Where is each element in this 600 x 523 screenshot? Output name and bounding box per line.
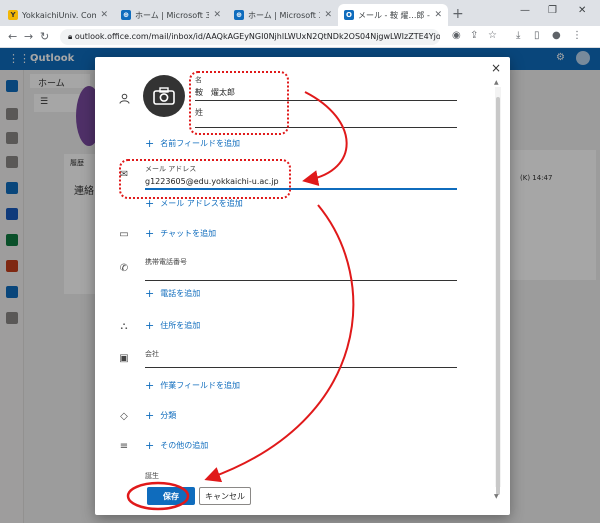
tab-close-icon[interactable]: ✕: [434, 10, 442, 20]
cancel-button[interactable]: キャンセル: [199, 487, 251, 505]
tab-close-icon[interactable]: ✕: [100, 10, 108, 20]
link-label: 電話を追加: [160, 289, 201, 298]
add-phone-link[interactable]: + 電話を追加: [145, 287, 200, 300]
add-work-field-link[interactable]: + 作業フィールドを追加: [145, 379, 240, 392]
mail-icon: ✉: [119, 168, 129, 180]
save-button[interactable]: 保存: [147, 487, 195, 505]
notes-icon: ≡: [119, 440, 129, 452]
plus-icon: +: [145, 197, 155, 210]
first-name-label: 名: [195, 76, 202, 84]
company-underline: [145, 367, 457, 368]
close-icon[interactable]: ×: [491, 61, 501, 75]
browser-tab-strip: Y YokkaichiUniv. Compute ✕ ⊕ ホーム | Micro…: [0, 0, 600, 26]
browser-tab-2[interactable]: ⊕ ホーム | Microsoft 365 ✕: [115, 4, 227, 26]
person-icon: [117, 91, 131, 105]
phone-input[interactable]: 携帯電話番号: [145, 257, 187, 267]
link-label: 作業フィールドを追加: [160, 381, 241, 390]
link-label: 住所を追加: [160, 321, 201, 330]
star-icon[interactable]: ☆: [488, 30, 497, 41]
outlook-favicon-icon: O: [344, 10, 354, 20]
birthday-label: 誕生: [145, 472, 159, 480]
reload-icon[interactable]: ↻: [40, 30, 49, 43]
plus-icon: +: [145, 409, 155, 422]
link-label: 名前フィールドを追加: [160, 139, 241, 148]
scroll-down-icon[interactable]: ▼: [494, 493, 499, 500]
add-name-field-link[interactable]: + 名前フィールドを追加: [145, 137, 240, 150]
last-name-underline: [195, 127, 457, 128]
add-chat-link[interactable]: + チャットを追加: [145, 227, 216, 240]
new-tab-icon[interactable]: +: [452, 6, 464, 22]
add-other-link[interactable]: + その他の追加: [145, 439, 208, 452]
first-name-input[interactable]: 鞍 燿太郎: [195, 87, 235, 98]
email-input[interactable]: g1223605@edu.yokkaichi-u.ac.jp: [145, 177, 279, 186]
email-label: メール アドレス: [145, 165, 197, 173]
edit-contact-dialog: × 名 鞍 燿太郎 姓 + 名前フィールドを追加 ✉ メール アドレス g1223…: [95, 57, 510, 515]
profile-icon[interactable]: ●: [552, 30, 561, 41]
last-name-input[interactable]: 姓: [195, 107, 203, 118]
forward-icon[interactable]: →: [24, 30, 33, 43]
camera-icon: [153, 87, 175, 105]
eye-icon[interactable]: ◉: [452, 30, 461, 41]
browser-tab-active[interactable]: O メール - 鞍 燿…郎 - Out ✕: [338, 4, 448, 26]
url-input[interactable]: 🔒︎ outlook.office.com/mail/inbox/id/AAQk…: [60, 29, 440, 45]
tab-close-icon[interactable]: ✕: [213, 10, 221, 20]
maximize-icon[interactable]: ❐: [548, 5, 557, 16]
tab-title: ホーム | Microsoft 365: [248, 10, 320, 20]
tab-title: YokkaichiUniv. Compute: [22, 10, 97, 20]
briefcase-icon: ▣: [119, 352, 129, 364]
download-icon[interactable]: ⤓: [516, 30, 520, 41]
browser-tab-3[interactable]: ⊕ ホーム | Microsoft 365 ✕: [228, 4, 338, 26]
link-label: 分類: [160, 411, 177, 420]
add-photo-button[interactable]: [143, 75, 185, 117]
plus-icon: +: [145, 137, 155, 150]
plus-icon: +: [145, 439, 155, 452]
location-icon: ⛬: [120, 320, 128, 332]
tab-favicon-icon: Y: [8, 10, 18, 20]
browser-tab-1[interactable]: Y YokkaichiUniv. Compute ✕: [2, 4, 114, 26]
window-close-icon[interactable]: ✕: [578, 5, 586, 16]
tab-favicon-icon: ⊕: [234, 10, 244, 20]
menu-icon[interactable]: ⋮: [572, 30, 582, 41]
company-input[interactable]: 会社: [145, 349, 159, 359]
address-bar: ← → ↻ 🔒︎ outlook.office.com/mail/inbox/i…: [0, 26, 600, 48]
tab-close-icon[interactable]: ✕: [324, 10, 332, 20]
url-text: outlook.office.com/mail/inbox/id/AAQkAGE…: [74, 32, 440, 41]
minimize-icon[interactable]: —: [520, 5, 530, 16]
lock-icon: 🔒︎: [68, 32, 75, 41]
scroll-up-icon[interactable]: ▲: [494, 79, 499, 86]
back-icon[interactable]: ←: [8, 30, 17, 43]
add-address-link[interactable]: + 住所を追加: [145, 319, 200, 332]
sidepanel-icon[interactable]: ▯: [534, 30, 540, 41]
add-email-link[interactable]: + メール アドレスを追加: [145, 197, 243, 210]
add-category-link[interactable]: + 分類: [145, 409, 176, 422]
tab-title: ホーム | Microsoft 365: [135, 10, 210, 20]
tab-title: メール - 鞍 燿…郎 - Out: [358, 10, 430, 20]
phone-icon: ✆: [119, 262, 129, 274]
plus-icon: +: [145, 319, 155, 332]
phone-underline: [145, 280, 457, 281]
plus-icon: +: [145, 287, 155, 300]
first-name-underline: [195, 100, 457, 101]
link-label: その他の追加: [160, 441, 209, 450]
email-underline: [145, 188, 457, 190]
tag-icon: ◇: [120, 410, 128, 422]
plus-icon: +: [145, 379, 155, 392]
tab-favicon-icon: ⊕: [121, 10, 131, 20]
plus-icon: +: [145, 227, 155, 240]
scrollbar-thumb[interactable]: [496, 97, 500, 495]
share-icon[interactable]: ⇪: [470, 30, 478, 41]
link-label: メール アドレスを追加: [160, 199, 243, 208]
chat-icon: ▭: [119, 228, 129, 240]
link-label: チャットを追加: [160, 229, 217, 238]
